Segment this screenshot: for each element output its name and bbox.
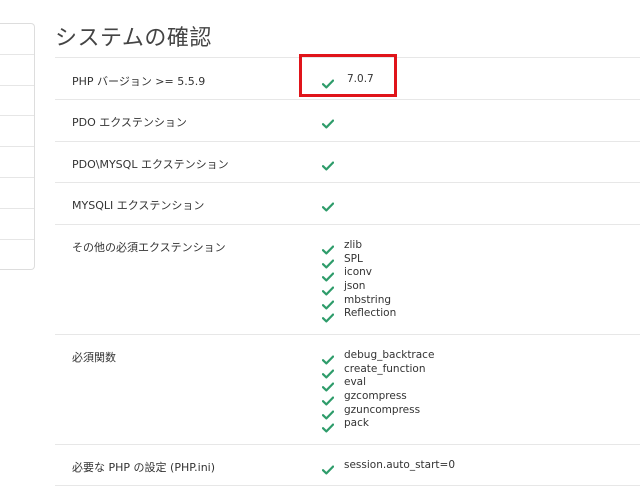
sidebar-item[interactable]: [0, 24, 34, 55]
check-result-value: SPL: [344, 252, 363, 265]
check-result: gzuncompress: [321, 403, 434, 420]
check-row-label: PDO エクステンション: [72, 116, 187, 129]
system-check-table: PHP バージョン >= 5.5.9 7.0.7 PDO エクステンション PDO\M…: [55, 57, 640, 486]
sidebar-item[interactable]: [0, 116, 34, 148]
check-result: [321, 112, 344, 129]
sidebar-item[interactable]: [0, 55, 34, 86]
check-row-label: 必須関数: [72, 351, 116, 364]
check-row-values: session.auto_start=0: [321, 458, 456, 475]
check-row-values: [321, 154, 344, 171]
sidebar-nav: [0, 23, 35, 270]
check-icon: [321, 350, 335, 365]
check-result: SPL: [321, 252, 396, 269]
check-icon: [321, 254, 335, 269]
check-row: 必須関数 debug_backtrace create_function eval gz…: [55, 334, 640, 444]
check-result: [321, 195, 344, 212]
check-result: zlib: [321, 238, 396, 255]
check-result-value: json: [344, 279, 366, 292]
check-row-label: PDO\MYSQL エクステンション: [72, 158, 229, 171]
check-icon: [321, 405, 335, 420]
check-result-value: session.auto_start=0: [344, 458, 456, 471]
check-row: PDO\MYSQL エクステンション: [55, 141, 640, 182]
check-result: create_function: [321, 362, 434, 379]
check-row-label: 必要な PHP の設定 (PHP.ini): [72, 461, 216, 474]
check-row: MYSQLI エクステンション: [55, 182, 640, 224]
check-icon: [321, 114, 335, 129]
check-result-value: gzuncompress: [344, 403, 421, 416]
check-result-value: eval: [344, 376, 367, 389]
check-result: json: [321, 279, 396, 296]
check-result: debug_backtrace: [321, 348, 435, 365]
check-result-value: iconv: [344, 266, 372, 279]
check-result-value: zlib: [344, 238, 363, 251]
check-icon: [321, 240, 335, 255]
check-icon: [321, 295, 335, 310]
check-icon: [321, 197, 335, 212]
check-result: mbstring: [321, 293, 396, 310]
check-result-value: create_function: [344, 362, 426, 375]
sidebar-item[interactable]: [0, 178, 34, 209]
sidebar-item[interactable]: [0, 240, 34, 271]
sidebar-item[interactable]: [0, 147, 34, 178]
check-row-label: PHP バージョン >= 5.5.9: [72, 75, 206, 88]
check-icon: [321, 418, 335, 433]
check-icon: [321, 308, 335, 323]
check-icon: [321, 460, 335, 475]
check-result-value: mbstring: [344, 293, 392, 306]
check-result: iconv: [321, 265, 396, 282]
check-result-value: gzcompress: [344, 389, 407, 402]
check-result: pack: [321, 416, 434, 433]
sidebar-item[interactable]: [0, 86, 34, 117]
check-row-values: [321, 112, 344, 129]
check-row-label: その他の必須エクステンション: [72, 241, 226, 254]
check-icon: [321, 156, 335, 171]
check-icon: [321, 267, 335, 282]
check-result-value: pack: [344, 417, 369, 430]
check-icon: [321, 364, 335, 379]
check-row-values: zlib SPL iconv json mbstring Reflection: [321, 238, 397, 323]
sidebar-item[interactable]: [0, 209, 34, 240]
page-title: システムの確認: [55, 26, 212, 51]
check-result: eval: [321, 375, 434, 392]
check-result: [321, 154, 344, 171]
check-row: その他の必須エクステンション zlib SPL iconv json mbstring Re…: [55, 224, 640, 334]
check-icon: [321, 391, 335, 406]
check-icon: [321, 281, 335, 296]
check-row-values: debug_backtrace create_function eval gzcomp…: [321, 348, 435, 433]
check-icon: [321, 377, 335, 392]
check-result: session.auto_start=0: [321, 458, 456, 475]
check-result-value: debug_backtrace: [344, 348, 435, 361]
highlight-annotation: [299, 54, 397, 97]
check-result: gzcompress: [321, 389, 434, 406]
check-row: 必要な PHP の設定 (PHP.ini) session.auto_start=…: [55, 444, 640, 486]
check-result: Reflection: [321, 306, 397, 323]
check-row-label: MYSQLI エクステンション: [72, 199, 205, 212]
check-result-value: Reflection: [344, 307, 397, 320]
check-row: PDO エクステンション: [55, 99, 640, 141]
check-row-values: [321, 195, 344, 212]
